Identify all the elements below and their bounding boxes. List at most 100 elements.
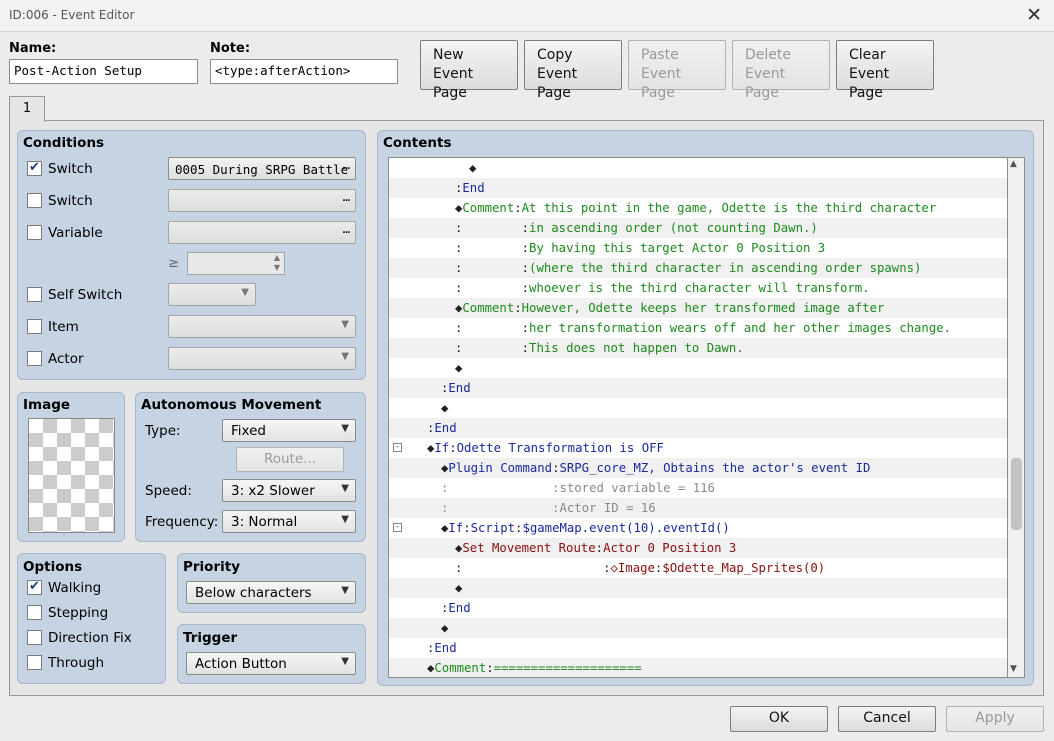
command-text: : :(where the third character in ascendi… <box>455 258 921 278</box>
switch2-checkbox[interactable] <box>27 193 42 208</box>
command-row[interactable]: - ◆If:Script:$gameMap.event(10).eventId() <box>389 518 1007 538</box>
speed-dropdown[interactable]: 3: x2 Slower ▼ <box>222 479 356 502</box>
contents-title: Contents <box>383 135 452 151</box>
command-row[interactable]: ◆ <box>389 158 1007 178</box>
switch1-checkbox[interactable]: ✔ <box>27 161 42 176</box>
name-field[interactable]: Post-Action Setup <box>9 59 198 84</box>
command-token: If <box>434 441 450 455</box>
walking-checkbox[interactable]: ✔ <box>27 580 42 595</box>
event-command-list[interactable]: ◆:End ◆Comment:At this point in the game,… <box>388 157 1008 678</box>
scrollbar-thumb[interactable] <box>1011 458 1022 530</box>
command-row[interactable]: : :whoever is the third character will t… <box>389 278 1007 298</box>
button-line1: New <box>433 47 464 63</box>
ok-button[interactable]: OK <box>730 706 828 732</box>
command-row[interactable]: : :her transformation wears off and her … <box>389 318 1007 338</box>
command-row[interactable]: ◆Comment:However, Odette keeps her trans… <box>389 298 1007 318</box>
command-row[interactable]: :End <box>389 598 1007 618</box>
route-button[interactable]: Route... <box>236 447 344 472</box>
direction-fix-checkbox[interactable] <box>27 630 42 645</box>
movement-type-dropdown[interactable]: Fixed ▼ <box>222 419 356 442</box>
trigger-value: Action Button <box>195 656 287 672</box>
command-token: $Odette_Map_Sprites(0) <box>662 561 826 575</box>
autonomous-movement-title: Autonomous Movement <box>141 397 322 413</box>
collapse-icon[interactable]: - <box>393 443 402 452</box>
close-icon[interactable]: ✕ <box>1026 5 1042 25</box>
actor-dropdown[interactable]: ▼ <box>168 347 356 370</box>
variable-value-spinner[interactable]: ▲ ▼ <box>187 252 285 275</box>
switch1-picker[interactable]: 0005 During SRPG Battle ⋯ <box>168 157 356 180</box>
command-row[interactable]: :End <box>389 418 1007 438</box>
variable-checkbox[interactable] <box>27 225 42 240</box>
command-row[interactable]: :End <box>389 378 1007 398</box>
self-switch-label: Self Switch <box>48 287 123 303</box>
switch1-label: Switch <box>48 161 93 177</box>
copy-event-page-button[interactable]: Copy Event Page <box>524 40 622 101</box>
vertical-scrollbar[interactable] <box>1008 157 1025 678</box>
command-token: : <box>463 521 471 535</box>
scroll-up-icon[interactable]: ▲ <box>1010 159 1017 169</box>
command-row[interactable]: ◆Comment:==================== <box>389 658 1007 677</box>
self-switch-dropdown[interactable]: ▼ <box>168 283 256 306</box>
actor-checkbox[interactable] <box>27 351 42 366</box>
variable-picker[interactable]: ⋯ <box>168 221 356 244</box>
command-row[interactable]: : :◇Image:$Odette_Map_Sprites(0) <box>389 558 1007 578</box>
command-row[interactable]: : :(where the third character in ascendi… <box>389 258 1007 278</box>
self-switch-checkbox[interactable] <box>27 287 42 302</box>
event-image-preview[interactable] <box>28 418 115 533</box>
command-row[interactable]: : :stored variable = 116 <box>389 478 1007 498</box>
apply-button[interactable]: Apply <box>946 706 1044 732</box>
delete-event-page-button[interactable]: Delete Event Page <box>732 40 830 101</box>
command-row[interactable]: :End <box>389 638 1007 658</box>
cancel-button[interactable]: Cancel <box>838 706 936 732</box>
command-row[interactable]: : :Actor ID = 16 <box>389 498 1007 518</box>
through-checkbox[interactable] <box>27 655 42 670</box>
command-token: End <box>448 601 471 615</box>
command-token: Script <box>470 521 516 535</box>
command-row[interactable]: :End <box>389 178 1007 198</box>
command-row[interactable]: ◆Comment:At this point in the game, Odet… <box>389 198 1007 218</box>
chevron-down-icon: ▼ <box>241 287 249 298</box>
command-row[interactable]: ◆ <box>389 358 1007 378</box>
command-row[interactable]: ◆Set Movement Route:Actor 0 Position 3 <box>389 538 1007 558</box>
button-line1: Copy <box>537 47 573 63</box>
command-token: ◆ <box>441 401 449 415</box>
new-event-page-button[interactable]: New Event Page <box>420 40 518 101</box>
note-field[interactable]: <type:afterAction> <box>210 59 398 84</box>
trigger-dropdown[interactable]: Action Button ▼ <box>186 652 356 675</box>
command-text: ◆ <box>455 578 462 598</box>
walking-label: Walking <box>48 580 102 596</box>
command-text: : :whoever is the third character will t… <box>455 278 870 298</box>
scroll-down-icon[interactable]: ▼ <box>1010 664 1017 674</box>
command-row[interactable]: ◆Plugin Command:SRPG_core_MZ, Obtains th… <box>389 458 1007 478</box>
command-token: SRPG_core_MZ, Obtains the actor's event … <box>559 461 871 475</box>
command-token: Actor 0 Position 3 <box>603 541 737 555</box>
command-row[interactable]: : :This does not happen to Dawn. <box>389 338 1007 358</box>
command-row[interactable]: ◆ <box>389 398 1007 418</box>
switch2-picker[interactable]: ⋯ <box>168 189 356 212</box>
button-line1: Delete <box>745 47 791 63</box>
item-dropdown[interactable]: ▼ <box>168 315 356 338</box>
priority-dropdown[interactable]: Below characters ▼ <box>186 581 356 604</box>
command-text: ◆Comment:However, Odette keeps her trans… <box>455 298 884 318</box>
frequency-dropdown[interactable]: 3: Normal ▼ <box>222 510 356 533</box>
variable-label: Variable <box>48 225 103 241</box>
command-text: : :◇Image:$Odette_Map_Sprites(0) <box>455 558 825 578</box>
collapse-icon[interactable]: - <box>393 523 402 532</box>
command-row[interactable]: : :By having this target Actor 0 Positio… <box>389 238 1007 258</box>
command-row[interactable]: - ◆If:Odette Transformation is OFF <box>389 438 1007 458</box>
command-row[interactable]: ◆ <box>389 578 1007 598</box>
speed-value: 3: x2 Slower <box>231 483 315 499</box>
stepping-checkbox[interactable] <box>27 605 42 620</box>
command-token: stored variable = 116 <box>559 481 715 495</box>
item-checkbox[interactable] <box>27 319 42 334</box>
paste-event-page-button[interactable]: Paste Event Page <box>628 40 726 101</box>
button-line2: Event Page <box>433 66 474 101</box>
command-token: : : <box>455 241 530 255</box>
command-text: ◆ <box>455 358 462 378</box>
command-token: Plugin Command <box>448 461 553 475</box>
command-row[interactable]: : :in ascending order (not counting Dawn… <box>389 218 1007 238</box>
clear-event-page-button[interactable]: Clear Event Page <box>836 40 934 101</box>
command-row[interactable]: ◆ <box>389 618 1007 638</box>
tab-page-1[interactable]: 1 <box>9 96 45 122</box>
priority-title: Priority <box>183 559 240 575</box>
